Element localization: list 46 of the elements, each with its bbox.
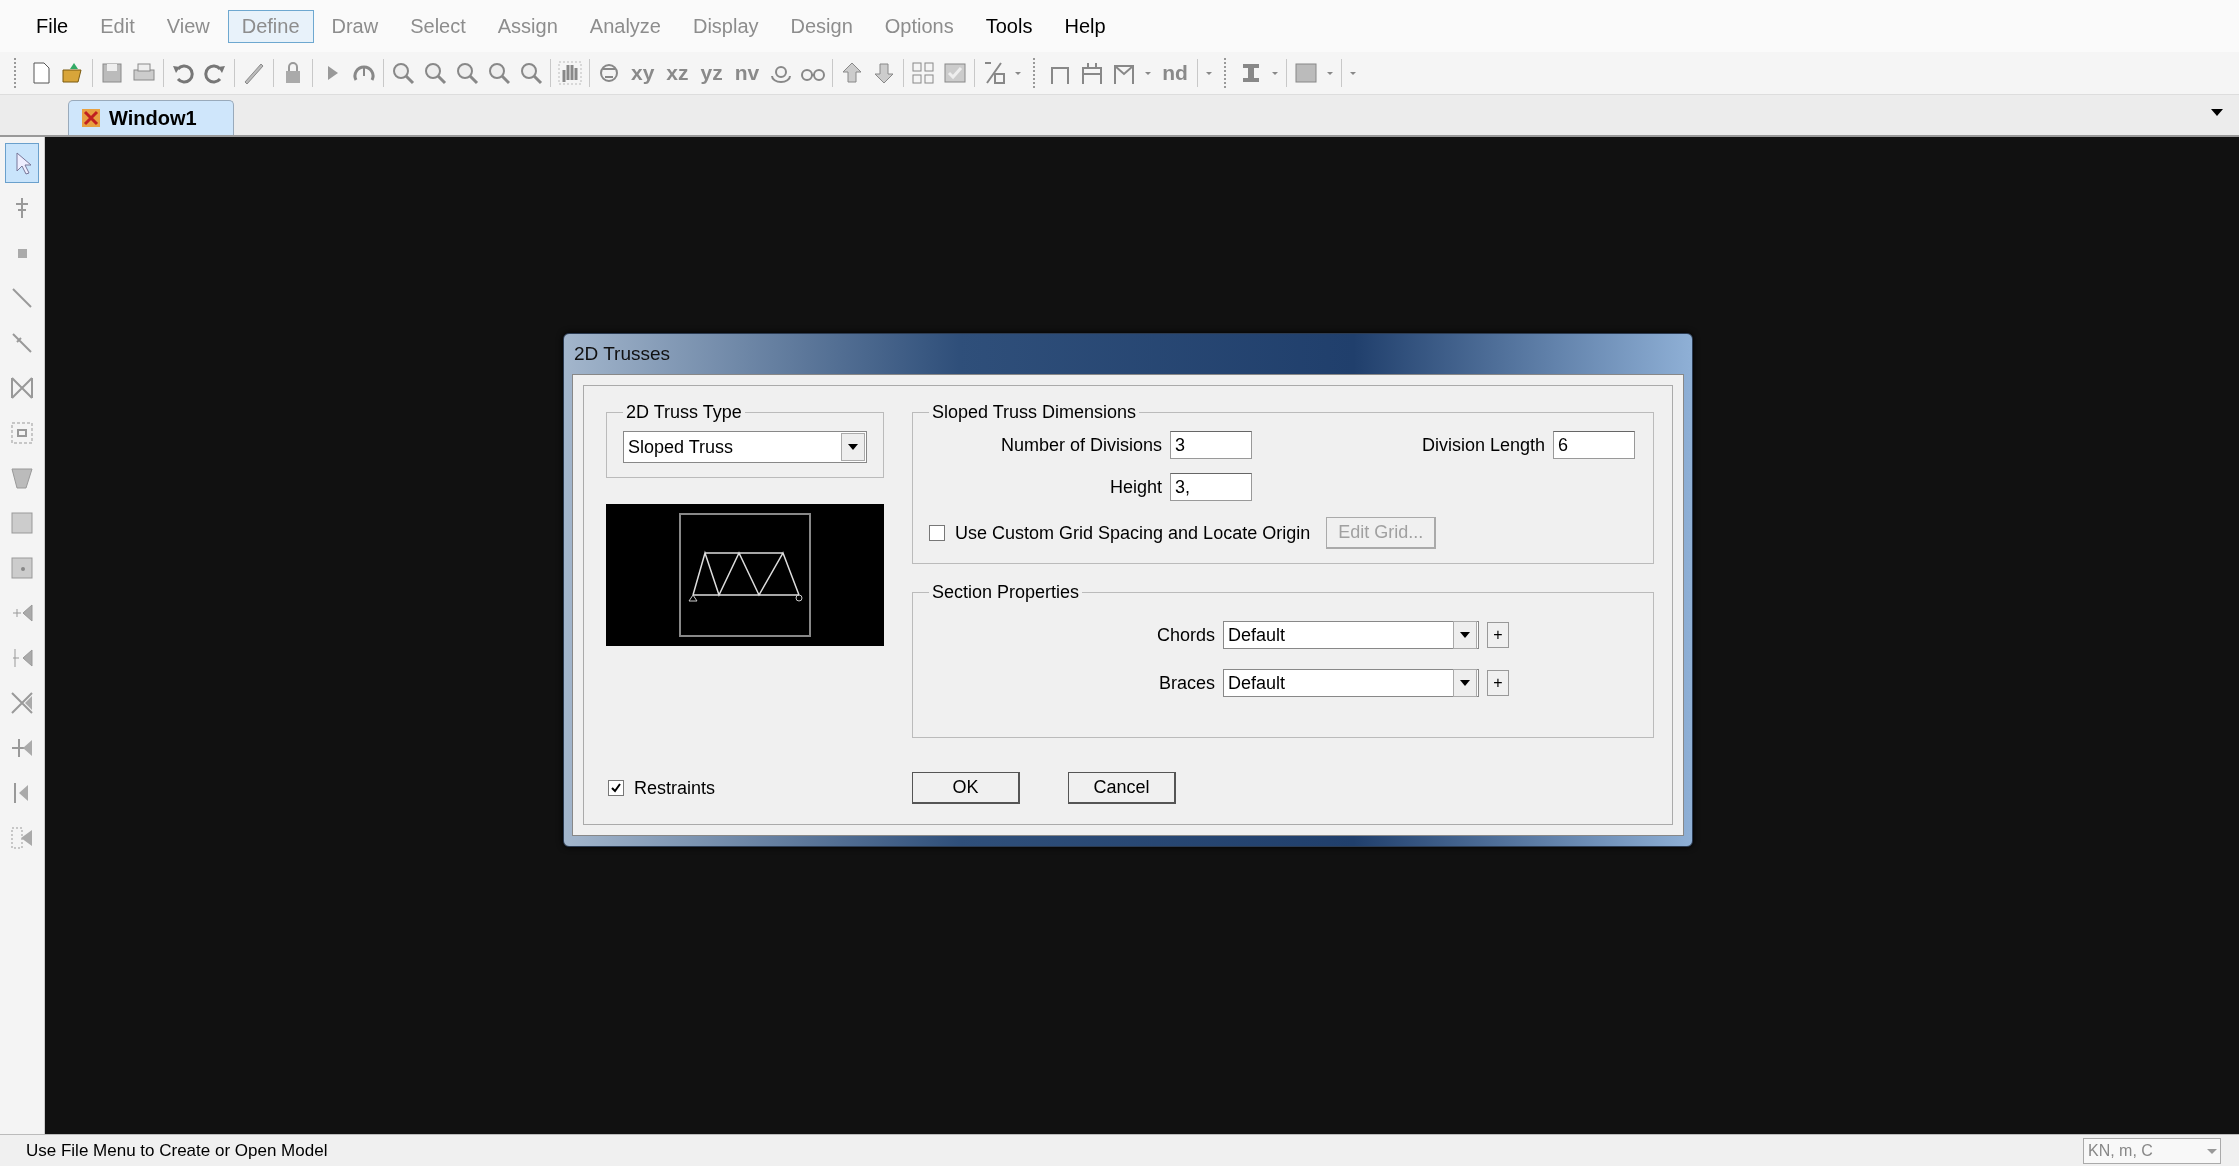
input-field[interactable]: 6 xyxy=(1553,431,1635,459)
input-field[interactable]: 3 xyxy=(1170,431,1252,459)
menu-item[interactable]: Tools xyxy=(971,9,1047,43)
save-icon[interactable] xyxy=(99,60,125,86)
checkbox[interactable] xyxy=(929,525,945,541)
section-dropdown[interactable]: Default xyxy=(1223,621,1479,649)
grid-icon[interactable] xyxy=(910,60,937,86)
zoom-icon[interactable] xyxy=(390,60,416,86)
zoom-icon[interactable] xyxy=(518,60,544,86)
window-tab[interactable]: Window1 xyxy=(68,100,234,135)
field-label: Braces xyxy=(1158,672,1215,694)
checkbox[interactable] xyxy=(608,780,624,796)
checkbox-label: Use Custom Grid Spacing and Locate Origin xyxy=(955,522,1311,544)
group-title: Section Properties xyxy=(931,582,1081,603)
window-icon xyxy=(81,108,101,128)
add-button[interactable]: + xyxy=(1487,670,1509,696)
zoom-icon[interactable] xyxy=(486,60,512,86)
units-dropdown[interactable]: KN, m, C xyxy=(2083,1137,2221,1164)
group-title: Sloped Truss Dimensions xyxy=(931,402,1138,423)
view-button[interactable]: nv xyxy=(731,61,763,85)
view-button[interactable]: xz xyxy=(663,61,692,85)
menu-item[interactable]: File xyxy=(22,9,83,43)
menu-item[interactable]: Help xyxy=(1050,9,1120,43)
field-label: Chords xyxy=(1156,624,1215,646)
field-label: Division Length xyxy=(1420,434,1545,456)
group-title: 2D Truss Type xyxy=(625,402,743,423)
add-button[interactable]: + xyxy=(1487,622,1509,648)
zoom-icon[interactable] xyxy=(454,60,480,86)
truss-type-dropdown[interactable]: Sloped Truss xyxy=(623,431,867,463)
dialog-button[interactable]: OK xyxy=(912,772,1020,804)
view-button[interactable]: yz xyxy=(697,61,726,85)
pointer-icon[interactable] xyxy=(5,143,39,183)
dialog-button[interactable]: Cancel xyxy=(1068,772,1176,804)
checkbox-icon[interactable] xyxy=(942,60,969,86)
section-dropdown[interactable]: Default xyxy=(1223,669,1479,697)
dialog-title: 2D Trusses xyxy=(574,343,671,365)
view-button[interactable]: xy xyxy=(628,61,658,85)
dropdown-arrow-icon[interactable] xyxy=(2211,109,2223,117)
zoom-icon[interactable] xyxy=(422,60,448,86)
status-message: Use File Menu to Create or Open Model xyxy=(26,1140,328,1161)
view-button[interactable]: nd xyxy=(1159,61,1191,85)
display-box-icon[interactable] xyxy=(1292,60,1319,86)
field-label: Height xyxy=(1108,476,1162,498)
checkbox-label: Restraints xyxy=(634,777,716,799)
field-label: Number of Divisions xyxy=(999,434,1162,456)
input-field[interactable]: 3, xyxy=(1170,473,1252,501)
